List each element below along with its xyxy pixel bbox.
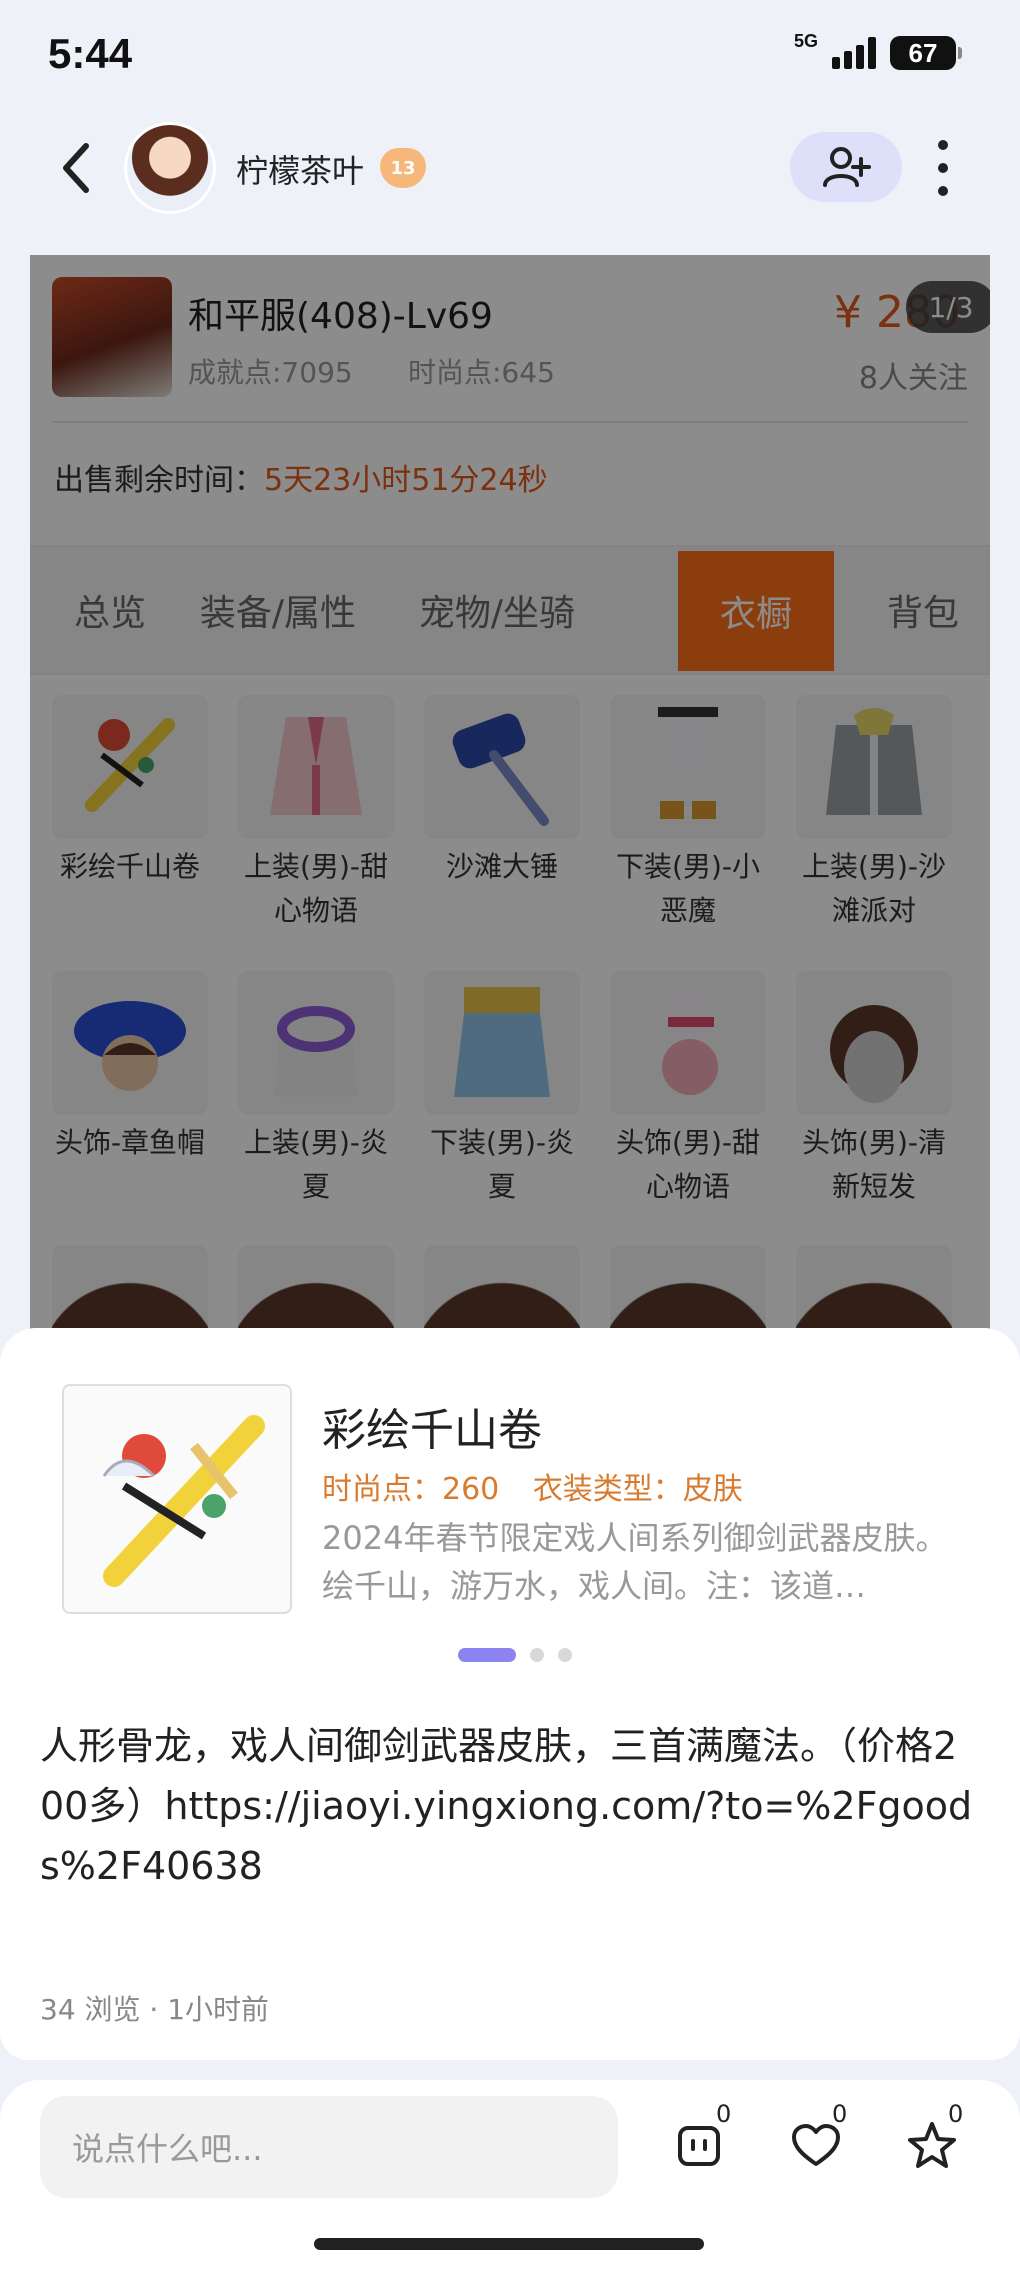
item-type: 衣装类型：皮肤 (532, 1472, 743, 1507)
item-fashion-points: 时尚点：260 (322, 1472, 500, 1507)
item-name: 上装(男)-沙滩派对 (802, 850, 946, 927)
post-meta: 34 浏览 · 1小时前 (40, 1993, 270, 2026)
home-indicator[interactable] (314, 2238, 704, 2250)
favorite-button[interactable]: 0 (900, 2100, 970, 2180)
item-preview-image[interactable] (62, 1384, 292, 1614)
wardrobe-item[interactable]: 上装(男)-炎夏 (236, 971, 396, 1209)
hair-icon (796, 1245, 952, 1335)
status-icons: 5G 67 (794, 31, 962, 70)
avatar[interactable] (124, 122, 216, 214)
pants-icon (610, 695, 766, 839)
tab-overview[interactable]: 总览 (40, 547, 180, 673)
wardrobe-item[interactable]: 头饰(男)-甜心物语 (608, 971, 768, 1209)
brush-weapon-icon (52, 695, 208, 839)
post-text: 人形骨龙，戏人间御剑武器皮肤，三首满魔法。（价格200多）https://jia… (40, 1724, 973, 1888)
favorite-count: 0 (948, 2100, 964, 2128)
more-dot (938, 163, 948, 173)
pink-coat-icon (238, 695, 394, 839)
shared-trade-card[interactable]: 和平服(408)-Lv69 成就点:7095 时尚点:645 ¥ 280 8人关… (30, 255, 990, 1335)
item-name: 上装(男)-炎夏 (244, 1126, 388, 1203)
short-hair-icon (796, 971, 952, 1115)
battery-level: 67 (908, 37, 938, 68)
carousel-dot[interactable] (530, 1648, 544, 1662)
item-description: 2024年春节限定戏人间系列御剑武器皮肤。绘千山，游万水，戏人间。注：该道… (322, 1519, 948, 1605)
divider (52, 421, 968, 423)
post-detail-sheet: 彩绘千山卷 时尚点：260 衣装类型：皮肤 2024年春节限定戏人间系列御剑武器… (0, 1328, 1020, 2060)
achievement-points: 成就点:7095 (188, 356, 353, 389)
wardrobe-item[interactable] (794, 1245, 954, 1335)
comment-button[interactable]: 0 (668, 2100, 738, 2180)
wardrobe-item[interactable]: 沙滩大锤 (422, 695, 582, 889)
fashion-points: 时尚点:645 (408, 356, 555, 389)
tab-wardrobe[interactable]: 衣橱 (678, 551, 834, 671)
signal-icon (832, 37, 876, 69)
skirt-icon (424, 971, 580, 1115)
wardrobe-item[interactable]: 头饰(男)-清新短发 (794, 971, 954, 1209)
item-name: 头饰(男)-清新短发 (802, 1126, 946, 1203)
like-count: 0 (832, 2100, 848, 2128)
item-name: 头饰(男)-甜心物语 (616, 1126, 760, 1203)
user-name[interactable]: 柠檬茶叶 (236, 146, 364, 192)
tab-backpack[interactable]: 背包 (856, 547, 990, 673)
top-hat-icon (610, 971, 766, 1115)
network-label: 5G (793, 30, 818, 51)
image-page-indicator: 1/3 (906, 281, 990, 333)
item-name: 彩绘千山卷 (59, 850, 200, 883)
hair-icon (424, 1245, 580, 1335)
item-title: 彩绘千山卷 (322, 1405, 542, 1456)
item-name: 下装(男)-炎夏 (430, 1126, 574, 1203)
wardrobe-item[interactable]: 头饰-章鱼帽 (50, 971, 210, 1165)
status-bar: 5:44 5G 67 (0, 0, 1020, 110)
carousel-dot[interactable] (558, 1648, 572, 1662)
wardrobe-item[interactable]: 下装(男)-小恶魔 (608, 695, 768, 933)
followers-count: 8人关注 (858, 361, 968, 396)
more-options-button[interactable] (928, 140, 958, 196)
wardrobe-item[interactable]: 彩绘千山卷 (50, 695, 210, 889)
role-thumbnail (52, 277, 172, 397)
detail-tabs: 总览 装备/属性 宠物/坐骑 衣橱 背包 (30, 545, 990, 675)
item-name: 下装(男)-小恶魔 (616, 850, 760, 927)
status-time: 5:44 (48, 30, 133, 77)
level-badge: 13 (380, 148, 426, 188)
sale-time-label: 出售剩余时间： (54, 463, 264, 498)
more-dot (938, 140, 948, 150)
comment-input[interactable]: 说点什么吧... (40, 2096, 618, 2198)
back-button[interactable] (52, 138, 102, 198)
wardrobe-item[interactable] (608, 1245, 768, 1335)
tab-equipment[interactable]: 装备/属性 (188, 547, 368, 673)
hair-icon (238, 1245, 394, 1335)
tab-pets[interactable]: 宠物/坐骑 (402, 547, 592, 673)
hair-icon (52, 1245, 208, 1335)
more-dot (938, 186, 948, 196)
hoodie-icon (796, 695, 952, 839)
octopus-hat-icon (52, 971, 208, 1115)
carousel-dot-active[interactable] (458, 1648, 516, 1662)
carousel-dots (458, 1648, 572, 1662)
comment-bar: 说点什么吧... 0 0 0 (0, 2080, 1020, 2270)
wardrobe-item[interactable]: 上装(男)-沙滩派对 (794, 695, 954, 933)
comment-count: 0 (716, 2100, 732, 2128)
battery-icon: 67 (890, 36, 962, 70)
sale-remaining-time: 出售剩余时间：5天23小时51分24秒 (54, 455, 548, 499)
item-name: 头饰-章鱼帽 (54, 1126, 206, 1159)
hammer-icon (424, 695, 580, 839)
chevron-left-icon (63, 143, 89, 193)
sale-time-value: 5天23小时51分24秒 (264, 463, 548, 498)
item-name: 沙滩大锤 (445, 850, 558, 883)
wardrobe-item[interactable]: 下装(男)-炎夏 (422, 971, 582, 1209)
item-name: 上装(男)-甜心物语 (244, 850, 388, 927)
wardrobe-item[interactable] (422, 1245, 582, 1335)
brush-weapon-icon (102, 1415, 265, 1587)
like-button[interactable]: 0 (784, 2100, 854, 2180)
flower-lei-icon (238, 971, 394, 1115)
add-user-icon (823, 147, 871, 187)
wardrobe-item[interactable] (50, 1245, 210, 1335)
add-friend-button[interactable] (790, 132, 902, 202)
hair-icon (610, 1245, 766, 1335)
wardrobe-item[interactable]: 上装(男)-甜心物语 (236, 695, 396, 933)
chat-header: 柠檬茶叶 13 (0, 110, 1020, 255)
item-meta: 时尚点：260 衣装类型：皮肤 (322, 1464, 743, 1508)
wardrobe-item[interactable] (236, 1245, 396, 1335)
role-name: 和平服(408)-Lv69 (188, 296, 493, 337)
